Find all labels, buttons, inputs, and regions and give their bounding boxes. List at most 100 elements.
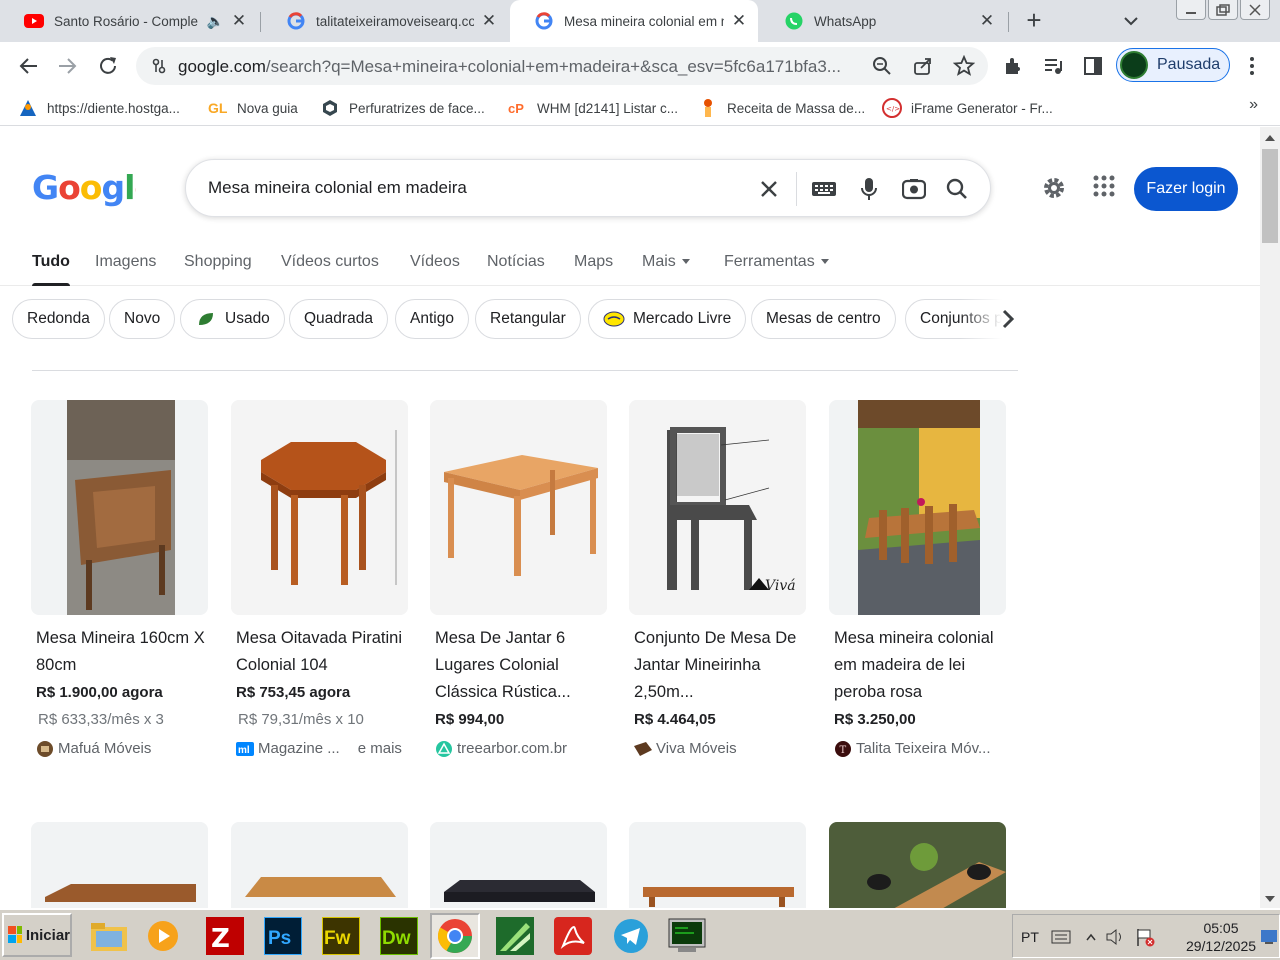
telegram-icon[interactable]: [610, 915, 652, 957]
keyboard-icon[interactable]: [809, 174, 839, 204]
scroll-up-arrow-icon[interactable]: [1265, 135, 1275, 141]
tab-ferramentas[interactable]: Ferramentas: [724, 253, 829, 271]
product-store[interactable]: treearbor.com.br: [430, 735, 607, 762]
media-queue-icon[interactable]: [1039, 52, 1067, 80]
chip-redonda[interactable]: Redonda: [12, 299, 105, 339]
product-store[interactable]: Viva Móveis: [629, 735, 806, 762]
tab-youtube[interactable]: Santo Rosário - Comple 🔈 ✕: [0, 0, 258, 42]
tab-google-search[interactable]: Mesa mineira colonial em ma ✕: [510, 0, 758, 42]
scrollbar-thumb[interactable]: [1262, 149, 1278, 243]
show-desktop-icon[interactable]: [1259, 927, 1279, 947]
product-image[interactable]: [31, 400, 208, 615]
volume-icon[interactable]: [1105, 927, 1125, 947]
product-card[interactable]: Mesa Mineira 160cm X 80cm R$ 1.900,00 ag…: [31, 400, 208, 762]
gear-icon[interactable]: [1040, 174, 1068, 202]
new-tab-button[interactable]: +: [1020, 6, 1048, 34]
tab-tudo[interactable]: Tudo: [32, 253, 70, 286]
tab-talita[interactable]: talitateixeiramoveisearq.com ✕: [262, 0, 508, 42]
address-bar[interactable]: google.com/search?q=Mesa+mineira+colonia…: [136, 47, 988, 85]
share-icon[interactable]: [913, 56, 933, 81]
tab-videos[interactable]: Vídeos: [410, 253, 460, 271]
product-image[interactable]: [31, 822, 208, 908]
dreamweaver-icon[interactable]: Dw: [378, 915, 420, 957]
tab-mais[interactable]: Mais: [642, 253, 690, 271]
app-green-icon[interactable]: [494, 915, 536, 957]
scroll-down-arrow-icon[interactable]: [1265, 896, 1275, 902]
product-title[interactable]: Mesa mineira colonial em madeira de lei …: [829, 625, 1006, 706]
speaker-icon[interactable]: 🔈: [207, 13, 224, 30]
keyboard-tray-icon[interactable]: [1051, 927, 1071, 947]
bookmark-item[interactable]: Perfuratrizes de face...: [320, 96, 485, 120]
tab-noticias[interactable]: Notícias: [487, 253, 545, 271]
site-info-icon[interactable]: [150, 57, 168, 75]
close-tab-icon[interactable]: ✕: [978, 12, 996, 30]
acrobat-icon[interactable]: [552, 915, 594, 957]
more-stores-link[interactable]: e mais: [358, 735, 402, 762]
lens-camera-icon[interactable]: [899, 174, 929, 204]
chip-novo[interactable]: Novo: [109, 299, 176, 339]
chip-quadrada[interactable]: Quadrada: [289, 299, 388, 339]
product-image[interactable]: [829, 822, 1006, 908]
product-store[interactable]: ml Magazine ... e mais: [231, 735, 408, 762]
bookmark-star-icon[interactable]: [952, 54, 976, 82]
product-title[interactable]: Mesa Mineira 160cm X 80cm: [31, 625, 208, 679]
minimize-button[interactable]: [1176, 0, 1206, 20]
close-tab-icon[interactable]: ✕: [480, 12, 498, 30]
restore-button[interactable]: [1208, 0, 1238, 20]
back-arrow-icon[interactable]: [14, 52, 42, 80]
filezilla-icon[interactable]: Z: [204, 915, 246, 957]
sign-in-button[interactable]: Fazer login: [1134, 167, 1238, 211]
chip-mercado-livre[interactable]: Mercado Livre: [588, 299, 747, 339]
media-player-icon[interactable]: [142, 915, 184, 957]
bookmark-item[interactable]: </> iFrame Generator - Fr...: [882, 96, 1053, 120]
product-image[interactable]: [430, 400, 607, 615]
terminal-icon[interactable]: [666, 915, 708, 957]
product-image[interactable]: [231, 822, 408, 908]
tab-whatsapp[interactable]: WhatsApp ✕: [760, 0, 1006, 42]
photoshop-icon[interactable]: Ps: [262, 915, 304, 957]
search-icon[interactable]: [942, 174, 972, 204]
bookmark-item[interactable]: GL Nova guia: [208, 96, 298, 120]
reload-icon[interactable]: [94, 52, 122, 80]
product-image[interactable]: [829, 400, 1006, 615]
tab-search-chevron-icon[interactable]: [1120, 10, 1142, 32]
product-image[interactable]: [231, 400, 408, 615]
product-title[interactable]: Mesa Oitavada Piratini Colonial 104: [231, 625, 408, 679]
tab-maps[interactable]: Maps: [574, 253, 613, 271]
product-card[interactable]: Vivá Conjunto De Mesa De Jantar Mineirin…: [629, 400, 806, 762]
profile-button[interactable]: Pausada: [1116, 48, 1230, 82]
chevron-up-icon[interactable]: [1081, 927, 1101, 947]
start-button[interactable]: Iniciar: [2, 913, 72, 957]
bookmark-item[interactable]: https://diente.hostga...: [18, 96, 180, 120]
product-image[interactable]: [430, 822, 607, 908]
apps-grid-icon[interactable]: [1092, 174, 1120, 202]
side-panel-icon[interactable]: [1079, 52, 1107, 80]
close-tab-icon[interactable]: ✕: [730, 12, 748, 30]
chip-retangular[interactable]: Retangular: [475, 299, 581, 339]
tab-imagens[interactable]: Imagens: [95, 253, 156, 271]
close-window-button[interactable]: [1240, 0, 1270, 20]
fireworks-icon[interactable]: Fw: [320, 915, 362, 957]
product-store[interactable]: Mafuá Móveis: [31, 735, 208, 762]
microphone-icon[interactable]: [854, 174, 884, 204]
zoom-icon[interactable]: [872, 56, 892, 81]
clock[interactable]: 05:05 29/12/2025: [1181, 919, 1261, 955]
product-card[interactable]: Mesa De Jantar 6 Lugares Colonial Clássi…: [430, 400, 607, 762]
close-tab-icon[interactable]: ✕: [230, 12, 248, 30]
search-box[interactable]: Mesa mineira colonial em madeira: [185, 159, 991, 217]
bookmark-item[interactable]: Receita de Massa de...: [698, 96, 865, 120]
bookmark-item[interactable]: cP WHM [d2141] Listar c...: [508, 96, 678, 120]
product-title[interactable]: Mesa De Jantar 6 Lugares Colonial Clássi…: [430, 625, 607, 706]
extensions-puzzle-icon[interactable]: [999, 52, 1027, 80]
product-image[interactable]: [629, 822, 806, 908]
more-bookmarks-icon[interactable]: »: [1249, 96, 1258, 114]
tab-videos-curtos[interactable]: Vídeos curtos: [281, 253, 379, 271]
chevron-right-icon[interactable]: [994, 305, 1022, 333]
page-scrollbar[interactable]: [1260, 127, 1280, 908]
forward-arrow-icon[interactable]: [54, 52, 82, 80]
file-explorer-icon[interactable]: [88, 915, 130, 957]
tab-shopping[interactable]: Shopping: [184, 253, 252, 271]
clear-search-icon[interactable]: [754, 174, 784, 204]
chrome-icon[interactable]: [430, 913, 480, 959]
product-card[interactable]: Mesa Oitavada Piratini Colonial 104 R$ 7…: [231, 400, 408, 762]
